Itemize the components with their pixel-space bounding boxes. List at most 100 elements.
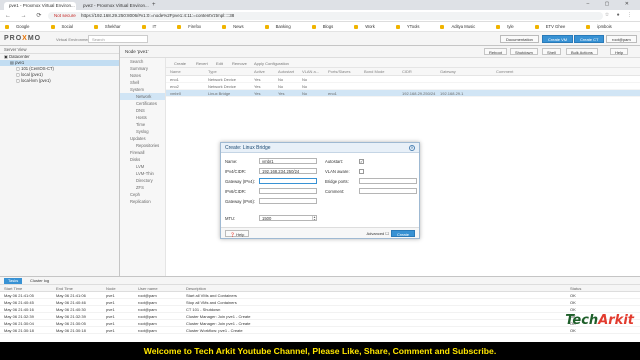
comment-field[interactable] xyxy=(359,188,417,194)
bookmark-item[interactable]: IT xyxy=(141,24,165,29)
log-cell: root@pam xyxy=(138,328,157,333)
bookmark-label: Social xyxy=(61,24,73,29)
help-button[interactable]: Help xyxy=(610,48,629,55)
gateway-ipv6-field[interactable] xyxy=(259,198,317,204)
column-header[interactable]: Description xyxy=(186,285,206,292)
browser-nav-icons[interactable]: ← → ⟳ xyxy=(5,12,45,19)
shutdown-button[interactable]: Shutdown xyxy=(510,48,538,55)
dialog-help-button[interactable]: ❓ Help xyxy=(225,230,250,237)
bookmark-label: Work xyxy=(365,24,375,29)
column-header[interactable]: Status xyxy=(570,285,581,292)
log-grid-header: Start Time End Time Node User name Descripti… xyxy=(0,285,640,292)
create-ct-button[interactable]: Create CT xyxy=(574,35,605,43)
create-button[interactable]: Create xyxy=(390,230,415,237)
gateway-ipv4-field[interactable] xyxy=(259,178,317,184)
column-header[interactable]: End Time xyxy=(56,285,73,292)
bookmark-folder-icon xyxy=(5,24,9,29)
advanced-toggle[interactable]: Advanced ☐ xyxy=(366,231,389,236)
bookmark-item[interactable]: YTools xyxy=(395,24,428,29)
tree-item[interactable]: ▢ local-lvm (pve1) xyxy=(0,78,119,84)
vlan-aware-label: VLAN aware: xyxy=(325,169,350,174)
bookmarks-bar: Google Social Shekhar IT Firefox News Banking B… xyxy=(0,22,640,32)
bookmark-item[interactable]: Work xyxy=(354,24,383,29)
mtu-spinner-icon[interactable]: ▲ ▼ xyxy=(312,216,316,220)
bookmark-label: Firefox xyxy=(188,24,202,29)
bookmark-folder-icon xyxy=(496,24,501,29)
advanced-checkbox-icon[interactable]: ☐ xyxy=(385,231,389,236)
help-label: Help xyxy=(236,232,245,237)
url-text: https://192.168.29.250:8006/#v1:0:=node%… xyxy=(81,13,235,18)
server-view-select[interactable]: Server View xyxy=(0,46,119,54)
bookmark-item[interactable]: ETV Ghee xyxy=(534,24,574,29)
log-cell: OK xyxy=(570,328,576,333)
resource-tree-panel: Server View ▣ Datacenter ▤ pve1 ▢ 101 (Cen… xyxy=(0,46,120,276)
bookmark-item[interactable]: Shekhar xyxy=(93,24,129,29)
column-header[interactable]: Start Time xyxy=(4,285,22,292)
window-controls[interactable]: – ▢ ✕ xyxy=(587,1,636,7)
column-header[interactable]: User name xyxy=(138,285,158,292)
bookmark-folder-icon xyxy=(50,24,55,29)
mtu-field[interactable]: 1500 ▲ ▼ xyxy=(259,215,317,221)
name-field[interactable]: vmbr1 xyxy=(259,158,317,164)
bookmark-item[interactable]: Google xyxy=(5,24,38,29)
log-cell: May 06 21:40:45 xyxy=(4,300,34,305)
documentation-button[interactable]: Documentation xyxy=(500,35,539,43)
log-row[interactable]: May 06 21:40:45 May 06 21:40:46 pve1 root@p… xyxy=(0,299,640,306)
user-menu-button[interactable]: root@pam xyxy=(606,35,637,43)
create-vm-button[interactable]: Create VM xyxy=(542,35,574,43)
log-row[interactable]: May 06 21:32:39 May 06 21:32:39 pve1 root@p… xyxy=(0,313,640,320)
browser-tab-pve2[interactable]: pve2 - Proxmox Virtual Environ... xyxy=(78,2,150,10)
tree-item-label: 101 (CentOS-CT) xyxy=(21,66,54,71)
search-input[interactable]: Search xyxy=(88,35,148,43)
log-cell: May 06 21:30:05 xyxy=(56,321,86,326)
bridge-ports-label: Bridge ports: xyxy=(325,179,349,184)
column-header[interactable]: Node xyxy=(106,285,116,292)
bookmark-item[interactable]: Aditya Music xyxy=(440,24,483,29)
address-bar-row: ← → ⟳ Not secure https://192.168.29.250:… xyxy=(0,10,640,22)
vlan-aware-checkbox[interactable] xyxy=(359,169,364,174)
log-cell: OK xyxy=(570,307,576,312)
log-cell: Cluster Manager: Join pve1 - Create xyxy=(186,314,251,319)
log-row[interactable]: May 06 21:30:04 May 06 21:30:05 pve1 root@p… xyxy=(0,320,640,327)
not-secure-badge[interactable]: Not secure xyxy=(54,13,76,18)
bookmark-item[interactable]: Banking xyxy=(264,24,299,29)
ipv6-cidr-field[interactable] xyxy=(259,188,317,194)
reboot-button[interactable]: Reboot xyxy=(484,48,507,55)
log-cell: root@pam xyxy=(138,300,157,305)
bookmark-item[interactable]: Social xyxy=(50,24,81,29)
browser-tab-pve1[interactable]: pve1 - Proxmox Virtual Environ... xyxy=(4,2,76,10)
bulk-actions-button[interactable]: Bulk Actions xyxy=(566,48,598,55)
bookmark-item[interactable]: tyle xyxy=(496,24,522,29)
log-row[interactable]: May 06 21:40:16 May 06 21:40:30 pve1 root@p… xyxy=(0,306,640,313)
log-cell: May 06 21:40:46 xyxy=(56,300,86,305)
autostart-checkbox[interactable]: ✓ xyxy=(359,159,364,164)
bookmark-item[interactable]: Firefox xyxy=(177,24,209,29)
url-field[interactable]: Not secure https://192.168.29.250:8006/#… xyxy=(48,12,603,20)
bookmark-label: IT xyxy=(152,24,157,29)
log-cell: Cluster Manager: Join pve1 - Create xyxy=(186,321,251,326)
log-cell: pve1 xyxy=(106,314,115,319)
ipv4-cidr-field[interactable]: 192.168.234.250/24 xyxy=(259,168,317,174)
log-row[interactable]: May 06 21:30:18 May 06 21:30:18 pve1 root@p… xyxy=(0,327,640,334)
create-linux-bridge-dialog: Create: Linux Bridge ✕ Name: vmbr1 IPv4/… xyxy=(220,142,420,239)
bookmark-item[interactable]: News xyxy=(222,24,251,29)
close-icon[interactable]: ✕ xyxy=(409,145,415,151)
new-tab-icon[interactable]: + xyxy=(152,2,156,8)
autostart-label: Autostart: xyxy=(325,159,343,164)
browser-extension-icons[interactable]: ☆ ● ⋮ xyxy=(605,12,635,18)
tab-tasks[interactable]: Tasks xyxy=(4,278,23,284)
log-row[interactable]: May 06 21:41:05 May 06 21:41:06 pve1 root@p… xyxy=(0,292,640,299)
proxmox-logo: PROXMO xyxy=(4,35,42,42)
tree-item-label: local-lvm (pve1) xyxy=(21,78,51,83)
bridge-ports-field[interactable] xyxy=(359,178,417,184)
tab-cluster-log[interactable]: Cluster log xyxy=(26,278,53,284)
bookmark-label: Blogs xyxy=(322,24,334,29)
bookmark-label: Google xyxy=(16,24,30,29)
bookmark-item[interactable]: Blogs xyxy=(311,24,341,29)
shell-button[interactable]: Shell xyxy=(542,48,561,55)
log-cell: CT 101 - Shutdown xyxy=(186,307,221,312)
bookmark-label: Aditya Music xyxy=(451,24,476,29)
bookmark-folder-icon xyxy=(440,24,445,29)
bookmark-label: Shekhar xyxy=(104,24,121,29)
bookmark-item[interactable]: ipmbois xyxy=(586,24,619,29)
